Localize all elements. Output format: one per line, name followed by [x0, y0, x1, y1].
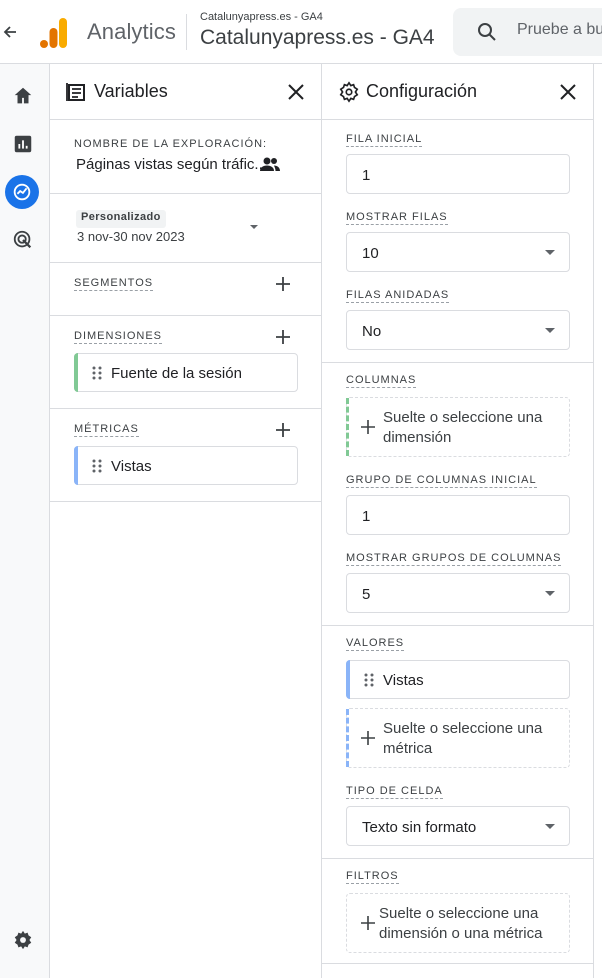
date-badge: Personalizado	[76, 210, 166, 228]
add-segment-plus-icon[interactable]	[273, 274, 293, 294]
variables-title: Variables	[94, 81, 168, 101]
dimensions-label: DIMENSIONES	[74, 330, 163, 344]
plus-icon	[361, 731, 375, 745]
metrics-label: MÉTRICAS	[74, 423, 139, 437]
chevron-down-icon	[545, 824, 555, 829]
metric-chip-label: Vistas	[111, 458, 152, 475]
property-selector[interactable]: Catalunyapress.es - GA4	[200, 26, 435, 50]
segments-label: SEGMENTOS	[74, 277, 154, 291]
show-column-groups-value: 5	[362, 586, 371, 603]
dimension-chip[interactable]: Fuente de la sesión	[74, 353, 298, 392]
variables-header: Variables	[50, 64, 321, 120]
search-icon	[478, 23, 496, 41]
exploration-name[interactable]: Páginas vistas según tráfic...	[76, 156, 267, 173]
gear-icon	[339, 81, 359, 103]
back-arrow-icon[interactable]	[0, 20, 20, 44]
filters-drop-zone[interactable]: Suelte o seleccione una dimensión o una …	[346, 893, 570, 953]
cell-type-label: TIPO DE CELDA	[346, 785, 443, 799]
add-dimension-plus-icon[interactable]	[273, 327, 293, 347]
start-row-label: FILA INICIAL	[346, 133, 423, 147]
columns-drop-text: Suelte o seleccione una dimensión	[383, 409, 543, 446]
configuration-header: Configuración	[322, 64, 593, 120]
exploration-name-section: NOMBRE DE LA EXPLORACIÓN: Páginas vistas…	[50, 120, 321, 194]
configuration-title: Configuración	[366, 81, 478, 101]
start-column-group-value: 1	[362, 508, 371, 525]
nested-rows-value: No	[362, 323, 382, 340]
nested-rows-select[interactable]: No	[346, 310, 570, 350]
metric-accent-bar	[74, 446, 78, 485]
advertising-icon[interactable]	[8, 225, 38, 255]
metric-chip[interactable]: Vistas	[74, 446, 298, 485]
section-divider	[322, 963, 593, 964]
dimensions-section: DIMENSIONES Fuente de la sesión	[50, 316, 321, 409]
settings-icon[interactable]	[8, 925, 38, 955]
show-rows-label: MOSTRAR FILAS	[346, 211, 448, 225]
configuration-panel: Configuración FILA INICIAL 1 MOSTRAR FIL…	[322, 64, 594, 978]
values-label: VALORES	[346, 637, 405, 651]
reports-icon[interactable]	[8, 129, 38, 159]
values-chip-label: Vistas	[383, 672, 424, 689]
dimension-chip-label: Fuente de la sesión	[111, 365, 242, 382]
add-metric-plus-icon[interactable]	[273, 420, 293, 440]
search-placeholder: Pruebe a bu	[517, 21, 602, 38]
home-icon[interactable]	[8, 81, 38, 111]
section-divider	[322, 362, 593, 363]
columns-drop-zone[interactable]: Suelte o seleccione una dimensión	[346, 397, 570, 457]
date-dropdown-caret-icon[interactable]	[250, 225, 258, 229]
variables-panel: Variables NOMBRE DE LA EXPLORACIÓN: Pági…	[50, 64, 322, 978]
metric-accent-bar	[346, 660, 350, 699]
exploration-name-label: NOMBRE DE LA EXPLORACIÓN:	[74, 138, 268, 150]
search-box[interactable]: Pruebe a bu	[453, 8, 602, 56]
close-icon[interactable]	[557, 81, 579, 103]
date-range: 3 nov-30 nov 2023	[77, 229, 185, 244]
dimension-accent-bar	[346, 398, 349, 456]
plus-icon	[361, 420, 375, 434]
start-column-group-label: GRUPO DE COLUMNAS INICIAL	[346, 474, 537, 488]
start-column-group-input[interactable]: 1	[346, 495, 570, 535]
columns-label: COLUMNAS	[346, 374, 417, 388]
show-column-groups-select[interactable]: 5	[346, 573, 570, 613]
filters-label: FILTROS	[346, 870, 399, 884]
drag-handle-icon[interactable]	[91, 366, 103, 380]
analytics-logo-icon	[40, 18, 68, 48]
start-row-value: 1	[362, 167, 371, 184]
left-nav-rail	[0, 64, 50, 978]
plus-icon	[361, 916, 375, 930]
close-icon[interactable]	[285, 81, 307, 103]
show-rows-value: 10	[362, 245, 379, 262]
values-drop-zone[interactable]: Suelte o seleccione una métrica	[346, 708, 570, 768]
app-name: Analytics	[87, 19, 176, 44]
values-drop-text: Suelte o seleccione una métrica	[383, 720, 543, 757]
filters-drop-text: Suelte o seleccione una dimensión o una …	[379, 905, 543, 942]
cell-type-value: Texto sin formato	[362, 819, 477, 836]
segments-section: SEGMENTOS	[50, 263, 321, 316]
header-divider	[186, 14, 187, 50]
cell-type-select[interactable]: Texto sin formato	[346, 806, 570, 846]
show-rows-select[interactable]: 10	[346, 232, 570, 272]
values-metric-chip[interactable]: Vistas	[346, 660, 570, 699]
show-column-groups-label: MOSTRAR GRUPOS DE COLUMNAS	[346, 552, 562, 566]
nested-rows-label: FILAS ANIDADAS	[346, 289, 450, 303]
account-breadcrumb[interactable]: Catalunyapress.es - GA4	[200, 11, 323, 23]
dimension-accent-bar	[74, 353, 78, 392]
drag-handle-icon[interactable]	[363, 673, 375, 687]
top-bar: Analytics Catalunyapress.es - GA4 Catalu…	[0, 0, 602, 64]
shared-users-icon[interactable]	[260, 156, 280, 174]
metrics-section: MÉTRICAS Vistas	[50, 409, 321, 502]
metric-accent-bar	[346, 709, 349, 767]
configuration-scroll-area[interactable]: FILA INICIAL 1 MOSTRAR FILAS 10 FILAS AN…	[322, 121, 593, 978]
date-range-section[interactable]: Personalizado 3 nov-30 nov 2023	[50, 194, 321, 263]
start-row-input[interactable]: 1	[346, 154, 570, 194]
chevron-down-icon	[545, 328, 555, 333]
workspace-edge	[594, 64, 602, 978]
section-divider	[322, 858, 593, 859]
explore-icon[interactable]	[5, 175, 39, 209]
chevron-down-icon	[545, 591, 555, 596]
chevron-down-icon	[545, 250, 555, 255]
section-divider	[322, 625, 593, 626]
drag-handle-icon[interactable]	[91, 459, 103, 473]
variables-list-icon	[66, 83, 85, 101]
